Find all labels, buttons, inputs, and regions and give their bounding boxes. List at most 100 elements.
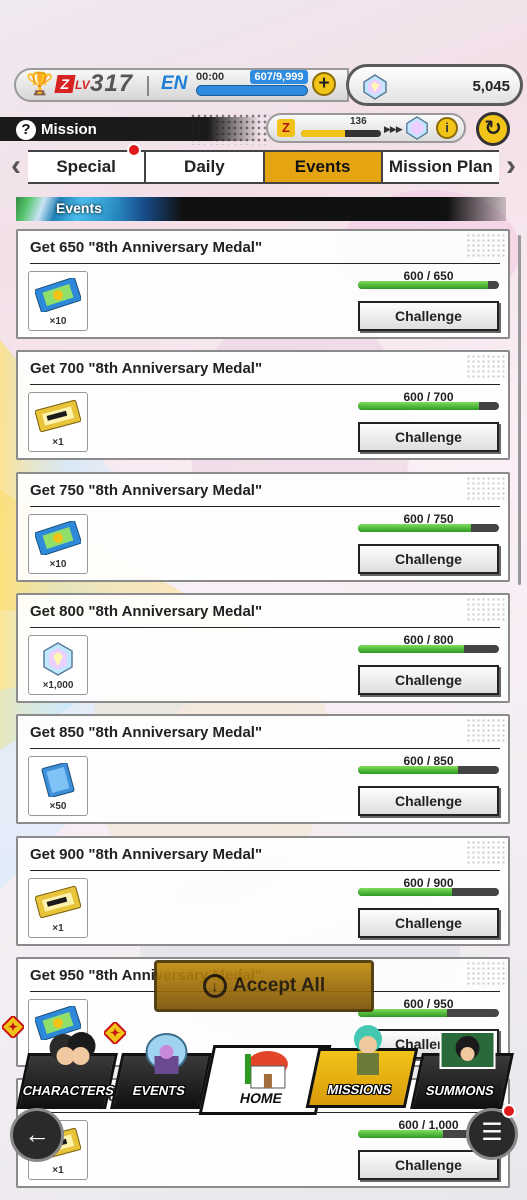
mission-icon: ? <box>16 120 36 140</box>
divider <box>30 627 500 628</box>
challenge-button[interactable]: Challenge <box>358 665 499 695</box>
new-star-icon: ✦ <box>104 1022 126 1044</box>
progress-bar <box>358 645 499 653</box>
halftone-decoration <box>466 961 506 987</box>
reward-item[interactable]: ×1 <box>28 392 88 452</box>
nav-events[interactable]: EVENTS <box>110 1033 212 1109</box>
svg-text:✦: ✦ <box>8 1020 18 1034</box>
mission-title: Get 700 "8th Anniversary Medal" <box>30 360 263 377</box>
progress-bar <box>358 281 499 289</box>
zeni-progress-bar <box>301 130 381 137</box>
page-title: Mission <box>41 121 97 138</box>
info-button[interactable]: i <box>436 117 458 139</box>
progress-fill <box>358 402 479 410</box>
mission-card: Get 650 "8th Anniversary Medal" ×10 600 / … <box>16 229 510 339</box>
progress-fill <box>358 888 453 896</box>
divider <box>30 870 500 871</box>
halftone-decoration <box>466 233 506 259</box>
mission-card: Get 700 "8th Anniversary Medal" ×1 600 / 7… <box>16 350 510 460</box>
challenge-button[interactable]: Challenge <box>358 301 499 331</box>
reward-item[interactable]: ×10 <box>28 514 88 574</box>
zeni-progress-count: 136 <box>350 116 367 127</box>
reward-item[interactable]: ×50 <box>28 756 88 816</box>
tab-prev-icon[interactable]: ‹ <box>6 151 26 182</box>
dragon-stone-icon <box>363 74 387 100</box>
mission-title: Get 850 "8th Anniversary Medal" <box>30 724 263 741</box>
progress-bar <box>358 1009 499 1017</box>
halftone-decoration <box>466 718 506 744</box>
halftone-decoration <box>466 354 506 380</box>
mission-title: Get 650 "8th Anniversary Medal" <box>30 239 263 256</box>
divider <box>30 263 500 264</box>
progress-bar <box>358 524 499 532</box>
back-button[interactable]: ← <box>10 1108 64 1162</box>
nav-characters[interactable]: CHARACTERS <box>16 1032 118 1109</box>
nav-summons-label: SUMMONS <box>424 1083 496 1098</box>
progress-bar <box>358 888 499 896</box>
rank-level-prefix: LV <box>75 78 90 92</box>
scrollbar[interactable] <box>518 235 521 585</box>
mission-title: Get 750 "8th Anniversary Medal" <box>30 482 263 499</box>
progress-bar <box>358 766 499 774</box>
house-icon <box>244 1051 288 1089</box>
characters-art-icon <box>49 1032 96 1065</box>
mission-card: Get 850 "8th Anniversary Medal" ×50 600 / … <box>16 714 510 824</box>
reward-item[interactable]: ×1 <box>28 878 88 938</box>
progress-fill <box>358 281 489 289</box>
dragon-stone-count: 5,045 <box>472 78 510 95</box>
halftone-decoration <box>466 840 506 866</box>
progress-fill <box>358 524 471 532</box>
reward-item[interactable]: ×10 <box>28 271 88 331</box>
divider <box>30 748 500 749</box>
mission-tabs: Special Daily Events Mission Plan <box>28 150 499 184</box>
progress-fill <box>358 1130 443 1138</box>
refresh-button[interactable]: ↻ <box>476 112 510 146</box>
reward-quantity: ×1 <box>52 1165 64 1176</box>
reward-quantity: ×1 <box>52 923 64 934</box>
mission-title: Get 800 "8th Anniversary Medal" <box>30 603 263 620</box>
notification-dot <box>502 1104 516 1118</box>
tab-daily[interactable]: Daily <box>146 152 265 182</box>
arrow-icon: ▶▶▶ <box>384 124 403 134</box>
nav-characters-label: CHARACTERS <box>21 1083 116 1098</box>
section-label: Events <box>56 200 102 216</box>
missions-art-icon <box>353 1025 382 1075</box>
zeni-icon: Z <box>277 119 295 137</box>
progress-fill <box>358 645 464 653</box>
accept-all-button[interactable]: ↓ Accept All <box>154 960 374 1012</box>
challenge-button[interactable]: Challenge <box>358 908 499 938</box>
halftone-decoration <box>466 476 506 502</box>
nav-home-label: HOME <box>238 1090 284 1106</box>
mission-card: Get 800 "8th Anniversary Medal" ×1,000 600… <box>16 593 510 703</box>
nav-summons[interactable]: SUMMONS <box>410 1031 514 1109</box>
tab-next-icon[interactable]: › <box>501 151 521 182</box>
z-rank-icon: Z <box>54 75 76 93</box>
reward-quantity: ×10 <box>49 316 67 327</box>
reward-quantity: ×1 <box>52 437 64 448</box>
tab-special[interactable]: Special <box>28 152 147 182</box>
stamina-count: 607/9,999 <box>250 70 308 84</box>
notification-dot <box>127 143 141 157</box>
accept-all-label: Accept All <box>232 975 326 996</box>
halftone-decoration <box>466 597 506 623</box>
challenge-button[interactable]: Challenge <box>358 786 499 816</box>
mission-card: Get 750 "8th Anniversary Medal" ×10 600 / … <box>16 472 510 582</box>
add-stamina-button[interactable]: + <box>312 72 336 96</box>
events-art-icon <box>145 1033 188 1074</box>
rank-level: 317 <box>90 70 134 97</box>
nav-missions[interactable]: MISSIONS <box>305 1025 419 1108</box>
tab-events[interactable]: Events <box>264 152 383 182</box>
challenge-button[interactable]: Challenge <box>358 544 499 574</box>
svg-text:✦: ✦ <box>110 1026 120 1040</box>
download-arrow-icon: ↓ <box>202 973 227 998</box>
stamina-bar <box>196 85 308 96</box>
tab-mission-plan[interactable]: Mission Plan <box>382 152 499 182</box>
back-arrow-icon: ← <box>24 1119 50 1149</box>
nav-events-label: EVENTS <box>131 1083 187 1098</box>
reward-item[interactable]: ×1,000 <box>28 635 88 695</box>
summons-art-icon <box>439 1031 496 1069</box>
divider <box>30 384 500 385</box>
halftone-decoration <box>190 113 270 145</box>
reward-quantity: ×10 <box>49 559 67 570</box>
challenge-button[interactable]: Challenge <box>358 422 499 452</box>
